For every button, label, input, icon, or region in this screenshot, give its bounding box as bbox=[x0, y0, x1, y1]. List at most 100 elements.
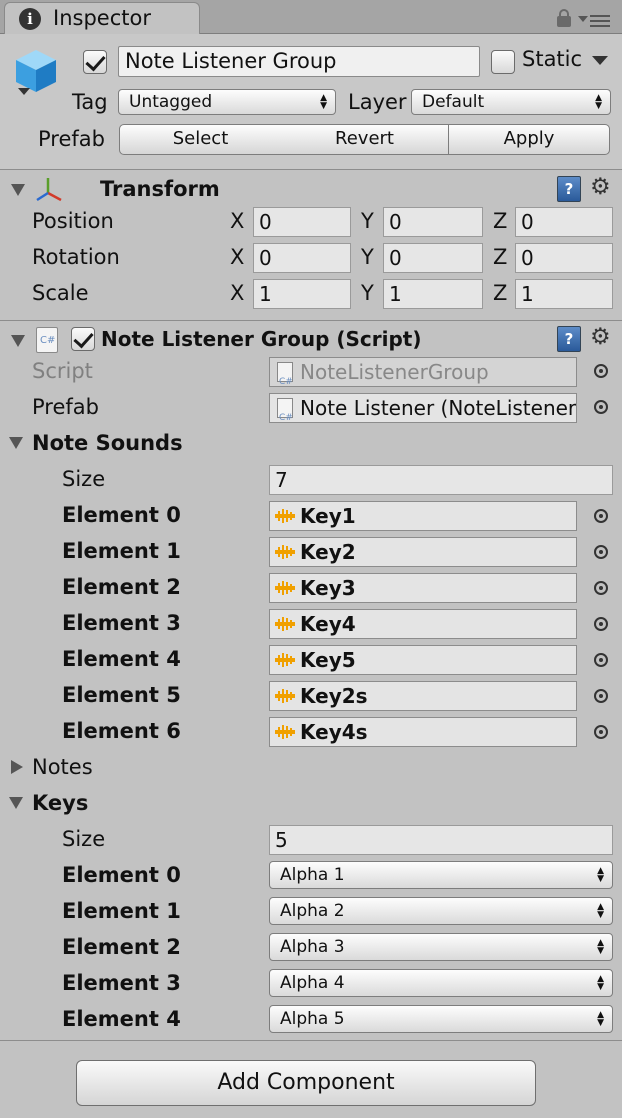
scale-y-field[interactable]: 1 bbox=[383, 279, 483, 309]
prefab-field-label: Prefab bbox=[32, 395, 99, 419]
help-book-icon[interactable]: ? bbox=[557, 326, 581, 352]
divider bbox=[0, 1040, 622, 1041]
element-label: Element 2 bbox=[62, 935, 181, 959]
keycode-dropdown[interactable]: Alpha 5 ▲ ▼ bbox=[269, 1005, 613, 1033]
layer-dropdown[interactable]: Default ▲ ▼ bbox=[411, 89, 611, 115]
scale-z-field[interactable]: 1 bbox=[515, 279, 613, 309]
rotation-x-field[interactable]: 0 bbox=[253, 243, 351, 273]
active-checkbox[interactable] bbox=[83, 50, 107, 74]
rotation-y-field[interactable]: 0 bbox=[383, 243, 483, 273]
gear-icon[interactable]: ⚙ bbox=[590, 175, 620, 201]
position-y-field[interactable]: 0 bbox=[383, 207, 483, 237]
y-axis-label: Y bbox=[361, 245, 374, 269]
dropdown-arrows-icon: ▲ ▼ bbox=[597, 974, 604, 992]
y-axis-label: Y bbox=[361, 209, 374, 233]
static-label: Static bbox=[522, 47, 583, 71]
add-component-button[interactable]: Add Component bbox=[76, 1060, 536, 1106]
prefab-apply-button[interactable]: Apply bbox=[448, 124, 610, 155]
gameobject-cube-icon[interactable] bbox=[14, 48, 58, 98]
audio-clip-icon bbox=[275, 617, 295, 631]
element-label: Element 6 bbox=[62, 719, 181, 743]
note-sound-element: Element 1 Key2 bbox=[0, 537, 622, 573]
component-title: Note Listener Group (Script) bbox=[101, 327, 422, 351]
object-picker-icon[interactable] bbox=[594, 364, 608, 378]
rotation-z-field[interactable]: 0 bbox=[515, 243, 613, 273]
object-picker-icon[interactable] bbox=[594, 653, 608, 667]
element-label: Element 4 bbox=[62, 647, 181, 671]
notes-foldout-icon[interactable] bbox=[11, 760, 23, 774]
note-sounds-foldout-icon[interactable] bbox=[9, 437, 23, 449]
gear-icon[interactable]: ⚙ bbox=[590, 325, 620, 351]
audio-clip-field[interactable]: Key4s bbox=[269, 717, 577, 747]
audio-clip-value: Key2 bbox=[300, 540, 356, 564]
note-sound-element: Element 2 Key3 bbox=[0, 573, 622, 609]
component-enabled-checkbox[interactable] bbox=[71, 327, 95, 351]
dropdown-arrows-icon: ▲ ▼ bbox=[597, 866, 604, 884]
static-checkbox[interactable] bbox=[491, 50, 515, 74]
note-sounds-size-field[interactable]: 7 bbox=[269, 465, 613, 495]
object-picker-icon[interactable] bbox=[594, 581, 608, 595]
z-axis-label: Z bbox=[493, 209, 508, 233]
dropdown-arrows-icon: ▲ ▼ bbox=[595, 93, 602, 111]
inspector-tab-bar: i Inspector bbox=[0, 0, 622, 35]
z-axis-label: Z bbox=[493, 281, 508, 305]
static-dropdown-icon[interactable] bbox=[592, 56, 608, 65]
tag-dropdown[interactable]: Untagged ▲ ▼ bbox=[118, 89, 336, 115]
key-element: Element 3 Alpha 4 ▲ ▼ bbox=[0, 969, 622, 1005]
audio-clip-field[interactable]: Key3 bbox=[269, 573, 577, 603]
script-value: NoteListenerGroup bbox=[300, 360, 489, 384]
prefab-value: Note Listener (NoteListener) bbox=[300, 396, 577, 420]
context-menu-icon[interactable] bbox=[578, 13, 612, 27]
z-axis-label: Z bbox=[493, 245, 508, 269]
component-foldout-icon[interactable] bbox=[11, 335, 25, 347]
transform-axes-icon bbox=[36, 178, 62, 202]
audio-clip-value: Key5 bbox=[300, 648, 356, 672]
audio-clip-value: Key1 bbox=[300, 504, 356, 528]
note-sound-element: Element 3 Key4 bbox=[0, 609, 622, 645]
object-picker-icon[interactable] bbox=[594, 617, 608, 631]
audio-clip-field[interactable]: Key5 bbox=[269, 645, 577, 675]
audio-clip-icon bbox=[275, 545, 295, 559]
position-z-field[interactable]: 0 bbox=[515, 207, 613, 237]
scale-x-field[interactable]: 1 bbox=[253, 279, 351, 309]
transform-foldout-icon[interactable] bbox=[11, 184, 25, 196]
object-picker-icon[interactable] bbox=[594, 545, 608, 559]
object-picker-icon[interactable] bbox=[594, 689, 608, 703]
audio-clip-field[interactable]: Key4 bbox=[269, 609, 577, 639]
key-element: Element 2 Alpha 3 ▲ ▼ bbox=[0, 933, 622, 969]
note-sound-element: Element 6 Key4s bbox=[0, 717, 622, 753]
audio-clip-icon bbox=[275, 689, 295, 703]
object-picker-icon[interactable] bbox=[594, 400, 608, 414]
prefab-object-field[interactable]: C# Note Listener (NoteListener) bbox=[269, 393, 577, 423]
audio-clip-icon bbox=[275, 581, 295, 595]
keys-foldout-icon[interactable] bbox=[9, 797, 23, 809]
transform-row-position: Position X 0 Y 0 Z 0 bbox=[0, 205, 622, 241]
lock-icon[interactable] bbox=[557, 9, 571, 27]
audio-clip-value: Key4s bbox=[300, 720, 368, 744]
keycode-value: Alpha 3 bbox=[280, 937, 345, 957]
keycode-dropdown[interactable]: Alpha 2 ▲ ▼ bbox=[269, 897, 613, 925]
prefab-revert-button[interactable]: Revert bbox=[281, 124, 449, 155]
element-label: Element 0 bbox=[62, 503, 181, 527]
element-label: Element 1 bbox=[62, 899, 181, 923]
audio-clip-field[interactable]: Key2 bbox=[269, 537, 577, 567]
keycode-dropdown[interactable]: Alpha 4 ▲ ▼ bbox=[269, 969, 613, 997]
keycode-dropdown[interactable]: Alpha 3 ▲ ▼ bbox=[269, 933, 613, 961]
tab-title: Inspector bbox=[53, 6, 151, 30]
element-label: Element 2 bbox=[62, 575, 181, 599]
object-picker-icon[interactable] bbox=[594, 509, 608, 523]
notes-label[interactable]: Notes bbox=[32, 755, 93, 779]
audio-clip-field[interactable]: Key1 bbox=[269, 501, 577, 531]
position-x-field[interactable]: 0 bbox=[253, 207, 351, 237]
layer-value: Default bbox=[422, 92, 485, 112]
keys-size-field[interactable]: 5 bbox=[269, 825, 613, 855]
help-book-icon[interactable]: ? bbox=[557, 176, 581, 202]
prefab-select-button[interactable]: Select bbox=[119, 124, 282, 155]
script-field: C# NoteListenerGroup bbox=[269, 357, 577, 387]
audio-clip-field[interactable]: Key2s bbox=[269, 681, 577, 711]
audio-clip-value: Key2s bbox=[300, 684, 368, 708]
keycode-dropdown[interactable]: Alpha 1 ▲ ▼ bbox=[269, 861, 613, 889]
gameobject-name-input[interactable]: Note Listener Group bbox=[118, 46, 480, 77]
tab-inspector[interactable]: i Inspector bbox=[4, 2, 200, 35]
object-picker-icon[interactable] bbox=[594, 725, 608, 739]
